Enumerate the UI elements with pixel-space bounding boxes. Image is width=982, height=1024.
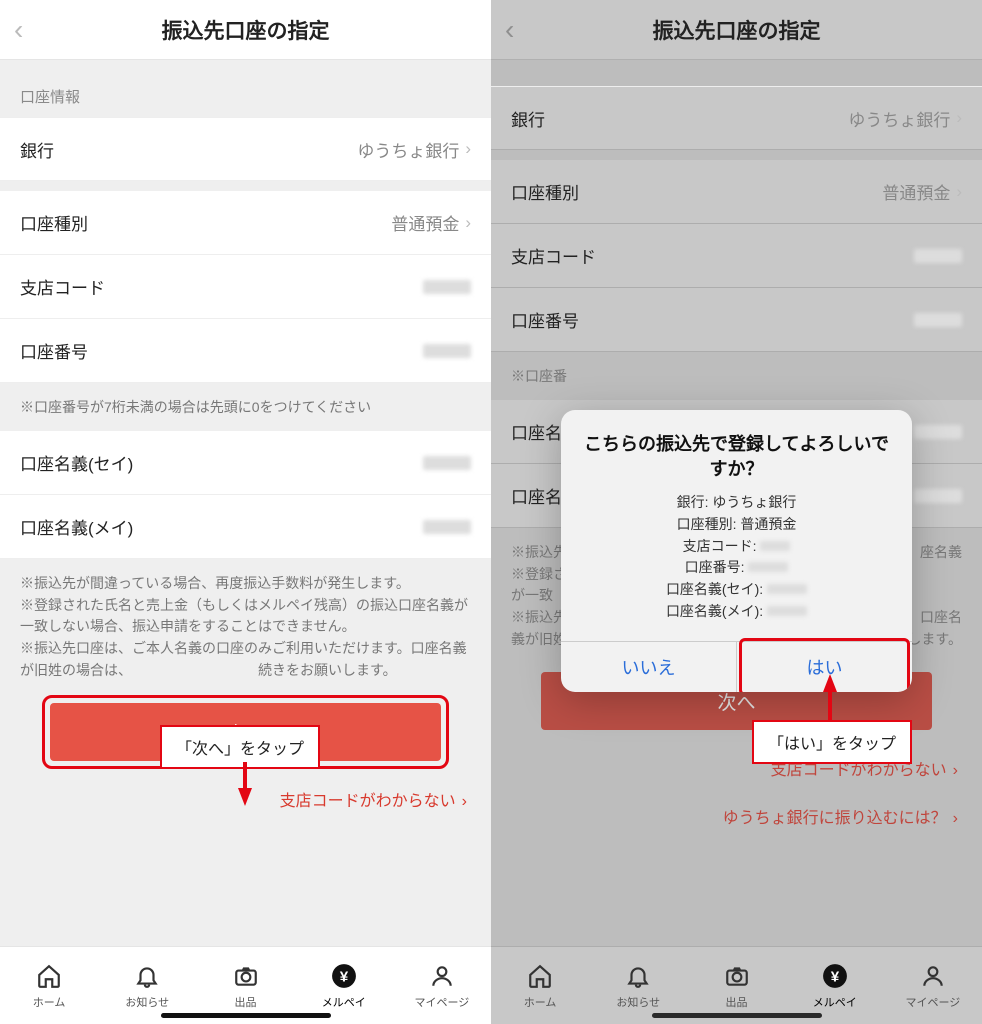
tabbar: ホーム お知らせ 出品 ¥ メルペイ マイページ (0, 946, 491, 1024)
row-name-mei[interactable]: 口座名義(メイ) (0, 495, 491, 559)
annotation-arrow-icon (238, 788, 252, 806)
page-title: 振込先口座の指定 (0, 15, 491, 45)
back-icon[interactable]: ‹ (14, 14, 23, 46)
row-value: ゆうちょ銀行 › (848, 106, 962, 131)
home-indicator (161, 1013, 331, 1018)
content: 口座情報 銀行 ゆうちょ銀行 › 口座種別 普通預金 › 支店コード 口座番号 … (0, 60, 491, 1024)
row-value: ゆうちょ銀行 › (357, 137, 471, 162)
modal-actions: いいえ はい (561, 641, 912, 692)
topbar: ‹ 振込先口座の指定 (491, 0, 982, 60)
section-header: 口座情報 (0, 60, 491, 117)
annotation-arrow-line (828, 690, 832, 720)
row-bank[interactable]: 銀行 ゆうちょ銀行 › (0, 117, 491, 181)
row-label: 支店コード (511, 243, 596, 268)
row-bank[interactable]: 銀行 ゆうちょ銀行 › (491, 86, 982, 150)
row-account-type[interactable]: 口座種別 普通預金 › (491, 160, 982, 224)
row-account-number[interactable]: 口座番号 (0, 319, 491, 383)
bell-icon (624, 962, 652, 990)
account-number-note: ※口座番号が7桁未満の場合は先頭に0をつけてください (0, 383, 491, 431)
topbar: ‹ 振込先口座の指定 (0, 0, 491, 60)
row-value (423, 280, 471, 294)
chevron-right-icon: › (462, 793, 467, 810)
row-name-sei[interactable]: 口座名義(セイ) (0, 431, 491, 495)
chevron-right-icon: › (956, 182, 962, 202)
tab-mypage[interactable]: マイページ (393, 947, 491, 1024)
link-yucho-help[interactable]: ゆうちょ銀行に振り込むには？› (491, 792, 982, 840)
row-label: 口座名 (511, 419, 562, 444)
modal-title: こちらの振込先で登録してよろしいですか？ (561, 410, 912, 492)
chevron-right-icon: › (953, 762, 958, 779)
account-number-note: ※口座番 (491, 352, 982, 400)
row-branch-code[interactable]: 支店コード (491, 224, 982, 288)
annotation-arrow-line (243, 762, 247, 790)
annotation-arrow-icon (823, 674, 837, 692)
svg-text:¥: ¥ (339, 968, 348, 985)
tab-mypage[interactable]: マイページ (884, 947, 982, 1024)
camera-icon (723, 962, 751, 990)
row-label: 銀行 (511, 106, 545, 131)
row-account-type[interactable]: 口座種別 普通預金 › (0, 191, 491, 255)
row-label: 口座名義(セイ) (20, 450, 133, 475)
modal-body: 銀行: ゆうちょ銀行 口座種別: 普通預金 支店コード: 口座番号: 口座名義(… (561, 492, 912, 640)
person-icon (428, 962, 456, 990)
camera-icon (232, 962, 260, 990)
svg-text:¥: ¥ (830, 968, 839, 985)
row-label: 支店コード (20, 274, 105, 299)
yen-icon: ¥ (330, 962, 358, 990)
row-value (423, 520, 471, 534)
annotation-callout: 「はい」をタップ (752, 720, 912, 764)
annotation-callout: 「次へ」をタップ (160, 725, 320, 769)
tab-home[interactable]: ホーム (0, 947, 98, 1024)
tabbar: ホーム お知らせ 出品 ¥ メルペイ マイページ (491, 946, 982, 1024)
chevron-right-icon: › (956, 108, 962, 128)
row-label: 口座番号 (511, 307, 579, 332)
disclaimer: ※振込先が間違っている場合、再度振込手数料が発生します。 ※登録された氏名と売上… (0, 559, 491, 691)
page-title: 振込先口座の指定 (491, 15, 982, 45)
row-label: 口座種別 (20, 210, 88, 235)
person-icon (919, 962, 947, 990)
content: 銀行 ゆうちょ銀行 › 口座種別 普通預金 › 支店コード 口座番号 ※口座番 … (491, 60, 982, 1024)
row-label: 口座番号 (20, 338, 88, 363)
screen-right: ‹ 振込先口座の指定 銀行 ゆうちょ銀行 › 口座種別 普通預金 › 支店コード… (491, 0, 982, 1024)
row-account-number[interactable]: 口座番号 (491, 288, 982, 352)
row-value: 普通預金 › (882, 179, 962, 204)
tab-home[interactable]: ホーム (491, 947, 589, 1024)
chevron-right-icon: › (465, 139, 471, 159)
row-label: 銀行 (20, 137, 54, 162)
home-indicator (652, 1013, 822, 1018)
back-icon[interactable]: ‹ (505, 14, 514, 46)
chevron-right-icon: › (465, 213, 471, 233)
row-value: 普通預金 › (391, 210, 471, 235)
chevron-right-icon: › (953, 810, 958, 827)
row-label: 口座名義(メイ) (20, 514, 133, 539)
home-icon (526, 962, 554, 990)
row-value (423, 456, 471, 470)
yen-icon: ¥ (821, 962, 849, 990)
row-label: 口座種別 (511, 179, 579, 204)
confirm-modal: こちらの振込先で登録してよろしいですか？ 銀行: ゆうちょ銀行 口座種別: 普通… (561, 410, 912, 692)
screen-left: ‹ 振込先口座の指定 口座情報 銀行 ゆうちょ銀行 › 口座種別 普通預金 › … (0, 0, 491, 1024)
row-value (423, 344, 471, 358)
row-label: 口座名 (511, 483, 562, 508)
bell-icon (133, 962, 161, 990)
home-icon (35, 962, 63, 990)
modal-no-button[interactable]: いいえ (561, 642, 736, 692)
row-branch-code[interactable]: 支店コード (0, 255, 491, 319)
